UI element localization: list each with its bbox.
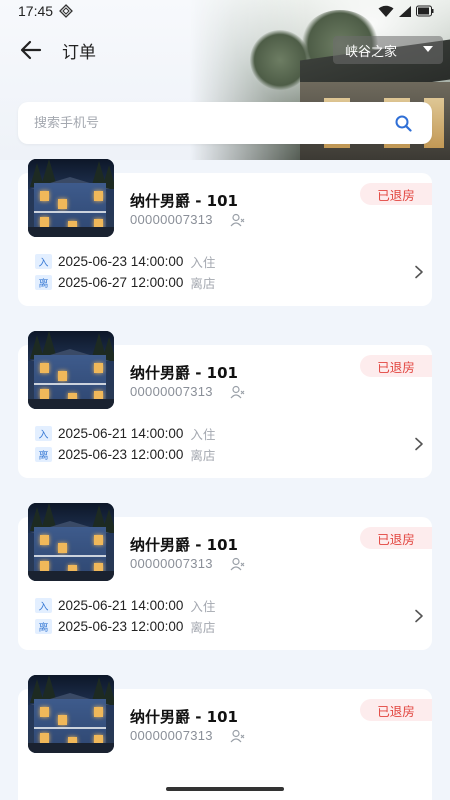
check-out-row: 离 2025-06-23 12:00:00 离店: [35, 617, 215, 635]
check-out-label: 离店: [190, 447, 216, 463]
check-in-datetime: 2025-06-21 14:00:00: [58, 597, 184, 613]
chevron-right-icon: [415, 609, 423, 623]
status-badge: 已退房: [360, 527, 432, 549]
check-in-tag: 入: [35, 597, 52, 613]
check-in-label: 入住: [190, 598, 216, 614]
order-id: 00000007313: [130, 384, 213, 399]
check-out-datetime: 2025-06-27 12:00:00: [58, 274, 184, 290]
guest-icon: [230, 557, 245, 571]
status-time: 17:45: [18, 3, 54, 19]
check-out-tag: 离: [35, 446, 52, 462]
check-in-datetime: 2025-06-21 14:00:00: [58, 425, 184, 441]
battery-icon: [416, 5, 434, 17]
check-in-datetime: 2025-06-23 14:00:00: [58, 253, 184, 269]
signal-icon: [399, 5, 411, 17]
wifi-icon: [378, 5, 394, 17]
room-name: 纳什男爵 - 101: [130, 192, 238, 210]
order-id: 00000007313: [130, 212, 213, 227]
check-out-datetime: 2025-06-23 12:00:00: [58, 446, 184, 462]
check-in-label: 入住: [190, 254, 216, 270]
search-bar: [18, 102, 432, 144]
room-thumbnail: [28, 675, 114, 753]
chevron-right-icon: [415, 265, 423, 279]
store-selector[interactable]: 峡谷之家: [333, 36, 443, 64]
search-icon[interactable]: [395, 115, 412, 132]
guest-icon: [230, 729, 245, 743]
check-out-datetime: 2025-06-23 12:00:00: [58, 618, 184, 634]
guest-icon: [230, 213, 245, 227]
status-bar: 17:45: [0, 0, 450, 22]
status-badge: 已退房: [360, 699, 432, 721]
room-name: 纳什男爵 - 101: [130, 536, 238, 554]
check-in-row: 入 2025-06-21 14:00:00 入住: [35, 596, 215, 614]
order-card[interactable]: 纳什男爵 - 101 00000007313 已退房 入 2025-06-21 …: [18, 331, 432, 478]
room-name: 纳什男爵 - 101: [130, 364, 238, 382]
guest-icon: [230, 385, 245, 399]
store-selector-value: 峡谷之家: [345, 44, 398, 60]
check-out-label: 离店: [190, 619, 216, 635]
caret-down-icon: [423, 46, 433, 52]
chevron-right-icon: [415, 437, 423, 451]
nav-bar: 订单 峡谷之家: [0, 30, 450, 70]
room-thumbnail: [28, 503, 114, 581]
room-thumbnail: [28, 331, 114, 409]
check-out-tag: 离: [35, 274, 52, 290]
order-card[interactable]: 纳什男爵 - 101 00000007313 已退房 入 2025-06-23 …: [18, 159, 432, 306]
order-id: 00000007313: [130, 556, 213, 571]
order-card[interactable]: 纳什男爵 - 101 00000007313 已退房 入 2025-06-21 …: [18, 503, 432, 650]
check-out-label: 离店: [190, 275, 216, 291]
home-indicator[interactable]: [166, 787, 284, 791]
arrow-left-icon[interactable]: [18, 38, 44, 62]
order-card[interactable]: 纳什男爵 - 101 00000007313 已退房: [18, 675, 432, 800]
check-in-label: 入住: [190, 426, 216, 442]
check-in-row: 入 2025-06-23 14:00:00 入住: [35, 252, 215, 270]
check-in-tag: 入: [35, 253, 52, 269]
nfc-icon: [59, 4, 73, 18]
room-name: 纳什男爵 - 101: [130, 708, 238, 726]
room-thumbnail: [28, 159, 114, 237]
check-in-tag: 入: [35, 425, 52, 441]
check-out-row: 离 2025-06-27 12:00:00 离店: [35, 273, 215, 291]
page-title: 订单: [62, 43, 96, 63]
check-in-row: 入 2025-06-21 14:00:00 入住: [35, 424, 215, 442]
status-badge: 已退房: [360, 183, 432, 205]
check-out-row: 离 2025-06-23 12:00:00 离店: [35, 445, 215, 463]
status-badge: 已退房: [360, 355, 432, 377]
order-id: 00000007313: [130, 728, 213, 743]
search-input[interactable]: [34, 115, 364, 131]
check-out-tag: 离: [35, 618, 52, 634]
